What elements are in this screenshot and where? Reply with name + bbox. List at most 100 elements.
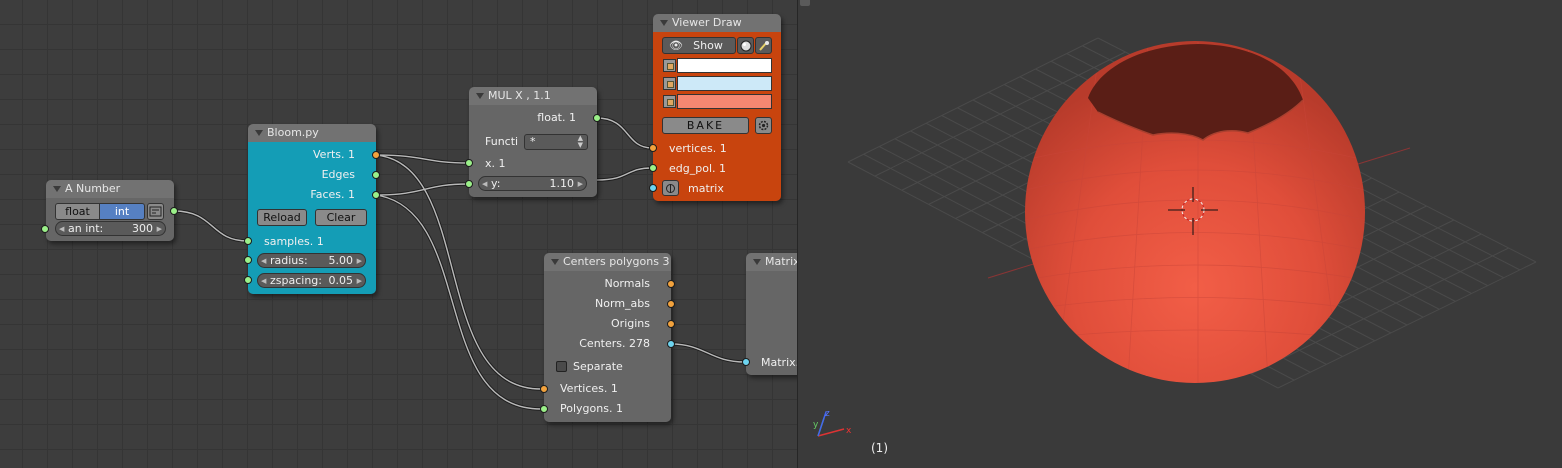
node-viewer-draw[interactable]: Viewer Draw 👁 Show BAKE vertices. 1 edg_… xyxy=(649,14,781,201)
zspacing-field[interactable]: ◀ zspacing: 0.05 ▶ xyxy=(257,273,366,288)
socket-matrix-in[interactable] xyxy=(649,184,657,192)
socket-normals-out[interactable] xyxy=(667,280,675,288)
vertex-color-swatch[interactable] xyxy=(677,58,772,73)
node-matrix[interactable]: Matrix Matrix. xyxy=(742,253,798,375)
input-vertices-label: Vertices. 1 xyxy=(560,382,618,395)
node-title: Viewer Draw xyxy=(672,16,742,29)
node-bloom[interactable]: Bloom.py Verts. 1 Edges Faces. 1 Reload … xyxy=(244,124,380,294)
socket-an-int-in[interactable] xyxy=(41,225,49,233)
function-value: * xyxy=(530,135,536,148)
calculator-icon[interactable] xyxy=(147,203,164,220)
socket-verts-out[interactable] xyxy=(372,151,380,159)
socket-number-out[interactable] xyxy=(170,207,178,215)
svg-text:z: z xyxy=(825,409,830,419)
node-title: A Number xyxy=(65,182,121,195)
increment-arrow-icon[interactable]: ▶ xyxy=(578,178,583,191)
node-editor[interactable]: A Number float int ◀ an int: 300 ▶ Bloom… xyxy=(0,0,798,468)
separate-label: Separate xyxy=(573,360,623,373)
sphere-shading-icon[interactable] xyxy=(737,37,754,54)
vertex-cube-icon xyxy=(663,59,676,72)
node-title: Centers polygons 3 xyxy=(563,255,670,268)
output-faces-label: Faces. 1 xyxy=(310,188,355,201)
increment-arrow-icon[interactable]: ▶ xyxy=(357,255,362,268)
node-matrix-body: Matrix. xyxy=(746,271,798,375)
show-toggle[interactable]: 👁 Show xyxy=(662,37,736,54)
socket-vertices-in[interactable] xyxy=(649,144,657,152)
output-edges-label: Edges xyxy=(321,168,355,181)
collapse-triangle-icon[interactable] xyxy=(660,20,668,26)
node-centers-polygons[interactable]: Centers polygons 3 Normals Norm_abs Orig… xyxy=(540,253,675,422)
node-a-number-header[interactable]: A Number xyxy=(46,180,174,198)
an-int-field[interactable]: ◀ an int: 300 ▶ xyxy=(55,221,166,236)
decrement-arrow-icon[interactable]: ◀ xyxy=(261,255,266,268)
socket-vertices-in[interactable] xyxy=(540,385,548,393)
input-samples-label: samples. 1 xyxy=(264,235,324,248)
node-a-number[interactable]: A Number float int ◀ an int: 300 ▶ xyxy=(41,180,178,241)
node-a-number-body: float int ◀ an int: 300 ▶ xyxy=(46,198,174,241)
clear-button[interactable]: Clear xyxy=(315,209,367,226)
bake-button[interactable]: BAKE xyxy=(662,117,749,134)
decrement-arrow-icon[interactable]: ◀ xyxy=(482,178,487,191)
socket-polygons-in[interactable] xyxy=(540,405,548,413)
function-label: Functi xyxy=(485,135,519,148)
decrement-arrow-icon[interactable]: ◀ xyxy=(59,223,64,236)
output-verts-label: Verts. 1 xyxy=(313,148,355,161)
brush-icon[interactable] xyxy=(755,37,772,54)
socket-matrix-in[interactable] xyxy=(742,358,750,366)
collapse-triangle-icon[interactable] xyxy=(53,186,61,192)
input-edg-pol-label: edg_pol. 1 xyxy=(669,162,726,175)
socket-radius-in[interactable] xyxy=(244,256,252,264)
input-matrix-label: matrix xyxy=(688,182,724,195)
socket-x-in[interactable] xyxy=(465,159,473,167)
face-color-swatch[interactable] xyxy=(677,94,772,109)
socket-faces-out[interactable] xyxy=(372,191,380,199)
output-float-label: float. 1 xyxy=(537,111,576,124)
node-centers-header[interactable]: Centers polygons 3 xyxy=(544,253,671,271)
separate-checkbox[interactable] xyxy=(556,361,567,372)
radius-field[interactable]: ◀ radius: 5.00 ▶ xyxy=(257,253,366,268)
node-bloom-header[interactable]: Bloom.py xyxy=(248,124,376,142)
socket-centers-out[interactable] xyxy=(667,340,675,348)
socket-norm-abs-out[interactable] xyxy=(667,300,675,308)
output-centers-label: Centers. 278 xyxy=(579,337,650,350)
node-title: Matrix xyxy=(765,255,798,268)
function-select[interactable]: * ▲ ▼ xyxy=(524,134,588,150)
node-mul-header[interactable]: MUL X , 1.1 xyxy=(469,87,597,105)
frame-counter: (1) xyxy=(871,441,888,455)
socket-edg-pol-in[interactable] xyxy=(649,164,657,172)
area-split-handle[interactable] xyxy=(800,0,810,6)
node-matrix-header[interactable]: Matrix xyxy=(746,253,798,271)
collapse-triangle-icon[interactable] xyxy=(551,259,559,265)
increment-arrow-icon[interactable]: ▶ xyxy=(357,275,362,288)
node-centers-body: Normals Norm_abs Origins Centers. 278 Se… xyxy=(544,271,671,422)
svg-text:x: x xyxy=(846,426,852,436)
input-x-label: x. 1 xyxy=(485,157,506,170)
node-mul[interactable]: MUL X , 1.1 float. 1 Functi * ▲ ▼ x. 1 ◀ … xyxy=(465,87,601,197)
socket-origins-out[interactable] xyxy=(667,320,675,328)
decrement-arrow-icon[interactable]: ◀ xyxy=(261,275,266,288)
edge-color-swatch[interactable] xyxy=(677,76,772,91)
socket-y-in[interactable] xyxy=(465,180,473,188)
node-title: MUL X , 1.1 xyxy=(488,89,551,102)
socket-float-out[interactable] xyxy=(593,114,601,122)
collapse-triangle-icon[interactable] xyxy=(255,130,263,136)
edge-cube-icon xyxy=(663,77,676,90)
socket-edges-out[interactable] xyxy=(372,171,380,179)
reload-button[interactable]: Reload xyxy=(257,209,307,226)
matrix-icon[interactable] xyxy=(662,180,679,196)
socket-samples-in[interactable] xyxy=(244,237,252,245)
input-vertices-label: vertices. 1 xyxy=(669,142,727,155)
collapse-triangle-icon[interactable] xyxy=(753,259,761,265)
3d-viewport[interactable]: x y z (1) xyxy=(798,0,1562,468)
settings-gear-icon[interactable] xyxy=(755,117,772,134)
eye-icon: 👁 xyxy=(669,39,683,52)
mode-int-button[interactable]: int xyxy=(99,203,145,220)
node-viewer-header[interactable]: Viewer Draw xyxy=(653,14,781,32)
output-origins-label: Origins xyxy=(611,317,650,330)
collapse-triangle-icon[interactable] xyxy=(476,93,484,99)
socket-zspacing-in[interactable] xyxy=(244,276,252,284)
mode-float-button[interactable]: float xyxy=(55,203,100,220)
y-field[interactable]: ◀ y: 1.10 ▶ xyxy=(478,176,587,191)
viewport-scene: x y z xyxy=(813,37,1537,437)
increment-arrow-icon[interactable]: ▶ xyxy=(157,223,162,236)
